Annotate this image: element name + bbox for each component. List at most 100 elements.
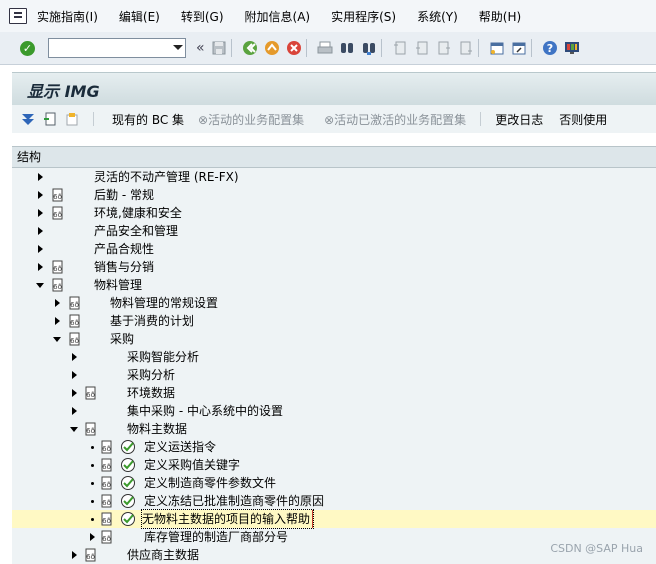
svg-text:6ð: 6ð <box>102 481 111 489</box>
img-document-icon[interactable]: 6ð <box>52 188 64 202</box>
img-document-icon[interactable]: 6ð <box>101 458 113 472</box>
execute-activity-icon[interactable] <box>120 493 136 509</box>
tree-node[interactable]: 集中采购 - 中心系统中的设置 <box>12 402 656 420</box>
tree-node[interactable]: 6ð 环境数据 <box>12 384 656 402</box>
save-icon[interactable] <box>211 40 227 56</box>
shortcut-icon[interactable] <box>511 40 527 56</box>
tree-node[interactable]: 采购智能分析 <box>12 348 656 366</box>
new-session-icon[interactable] <box>489 40 505 56</box>
tree-node[interactable]: 6ð 采购 <box>12 330 656 348</box>
menu-system[interactable]: 系统(Y) <box>417 8 458 25</box>
img-document-icon[interactable]: 6ð <box>52 260 64 274</box>
expand-arrow-icon[interactable] <box>70 402 80 420</box>
execute-activity-icon[interactable] <box>120 475 136 491</box>
expand-arrow-icon[interactable] <box>36 186 46 204</box>
command-input[interactable] <box>51 40 167 58</box>
execute-activity-icon[interactable] <box>120 511 136 527</box>
leaf-bullet-icon <box>88 474 98 492</box>
find-next-icon[interactable] <box>361 40 377 56</box>
img-document-icon[interactable]: 6ð <box>52 206 64 220</box>
menu-edit[interactable]: 编辑(E) <box>119 8 160 25</box>
menu-help[interactable]: 帮助(H) <box>479 8 521 25</box>
tree-node[interactable]: 6ð 后勤 - 常规 <box>12 186 656 204</box>
img-document-icon[interactable]: 6ð <box>52 278 64 292</box>
enter-check-icon[interactable]: ✓ <box>20 40 35 56</box>
expand-subtree-icon[interactable] <box>21 112 35 126</box>
first-page-icon[interactable] <box>392 40 408 56</box>
expand-arrow-icon[interactable] <box>36 204 46 222</box>
customize-layout-icon[interactable] <box>564 40 580 56</box>
tree-node[interactable]: 6ð 物料主数据 <box>12 420 656 438</box>
tree-node[interactable]: 6ð 物料管理 <box>12 276 656 294</box>
img-document-icon[interactable]: 6ð <box>85 386 97 400</box>
expand-arrow-icon[interactable] <box>36 258 46 276</box>
tree-node[interactable]: 6ð 销售与分销 <box>12 258 656 276</box>
img-document-icon[interactable]: 6ð <box>101 476 113 490</box>
leaf-bullet-icon <box>88 438 98 456</box>
img-document-icon[interactable]: 6ð <box>101 440 113 454</box>
img-document-icon[interactable]: 6ð <box>101 512 113 526</box>
tree-node[interactable]: 6ð 定义运送指令 <box>12 438 656 456</box>
back-arrows-icon[interactable]: « <box>196 40 205 56</box>
document-arrow-icon[interactable] <box>43 112 57 126</box>
menu-utilities[interactable]: 实用程序(S) <box>331 8 396 25</box>
bc-set-activated-button[interactable]: ⊗活动已激活的业务配置集 <box>324 111 466 128</box>
next-page-icon[interactable] <box>436 40 452 56</box>
otherwise-use-button[interactable]: 否则使用 <box>559 111 607 128</box>
expand-arrow-icon[interactable] <box>88 528 98 546</box>
menu-extras[interactable]: 附加信息(A) <box>245 8 311 25</box>
previous-page-icon[interactable] <box>414 40 430 56</box>
print-icon[interactable] <box>317 40 333 56</box>
tree-node[interactable]: 6ð 基于消费的计划 <box>12 312 656 330</box>
tree-node[interactable]: 6ð 环境,健康和安全 <box>12 204 656 222</box>
img-document-icon[interactable]: 6ð <box>85 548 97 562</box>
expand-arrow-icon[interactable] <box>70 546 80 564</box>
last-page-icon[interactable] <box>458 40 474 56</box>
cancel-icon[interactable] <box>286 40 302 56</box>
application-toolbar: 现有的 BC 集 ⊗活动的业务配置集 ⊗活动已激活的业务配置集 更改日志 否则使… <box>12 105 656 133</box>
change-log-button[interactable]: 更改日志 <box>495 111 543 128</box>
collapse-arrow-icon[interactable] <box>36 276 46 294</box>
menu-goto[interactable]: 转到(G) <box>181 8 224 25</box>
expand-arrow-icon[interactable] <box>36 168 46 186</box>
img-document-icon[interactable]: 6ð <box>69 314 81 328</box>
tree-node[interactable]: 产品安全和管理 <box>12 222 656 240</box>
active-bc-set-button[interactable]: ⊗活动的业务配置集 <box>198 111 304 128</box>
execute-activity-icon[interactable] <box>120 457 136 473</box>
tree-node[interactable]: 6ð 定义冻结已批准制造商零件的原因 <box>12 492 656 510</box>
toolbar-separator <box>93 112 94 126</box>
img-document-icon[interactable]: 6ð <box>101 530 113 544</box>
find-icon[interactable] <box>339 40 355 56</box>
leaf-bullet-icon <box>88 492 98 510</box>
img-document-icon[interactable]: 6ð <box>101 494 113 508</box>
tree-node-selected[interactable]: 6ð 无物料主数据的项目的输入帮助 <box>12 509 656 529</box>
execute-activity-icon[interactable] <box>120 439 136 455</box>
chevron-down-icon[interactable] <box>173 45 183 50</box>
tree-node[interactable]: 采购分析 <box>12 366 656 384</box>
attachment-icon[interactable] <box>65 112 79 126</box>
command-field[interactable] <box>48 38 186 58</box>
back-icon[interactable] <box>242 40 258 56</box>
collapse-arrow-icon[interactable] <box>70 420 80 438</box>
expand-arrow-icon[interactable] <box>70 384 80 402</box>
tree-node[interactable]: 产品合规性 <box>12 240 656 258</box>
menu-implementation-guide[interactable]: 实施指南(I) <box>37 8 98 25</box>
expand-arrow-icon[interactable] <box>70 348 80 366</box>
collapse-arrow-icon[interactable] <box>53 330 63 348</box>
expand-arrow-icon[interactable] <box>70 366 80 384</box>
expand-arrow-icon[interactable] <box>53 294 63 312</box>
img-document-icon[interactable]: 6ð <box>85 422 97 436</box>
system-menu-icon[interactable] <box>9 8 27 24</box>
tree-node[interactable]: 6ð 定义制造商零件参数文件 <box>12 474 656 492</box>
expand-arrow-icon[interactable] <box>53 312 63 330</box>
help-icon[interactable]: ? <box>542 40 558 56</box>
tree-node[interactable]: 6ð 物料管理的常规设置 <box>12 294 656 312</box>
tree-node[interactable]: 6ð 定义采购值关键字 <box>12 456 656 474</box>
tree-node[interactable]: 灵活的不动产管理 (RE-FX) <box>12 168 656 186</box>
expand-arrow-icon[interactable] <box>36 222 46 240</box>
img-document-icon[interactable]: 6ð <box>69 296 81 310</box>
expand-arrow-icon[interactable] <box>36 240 46 258</box>
current-bc-set-button[interactable]: 现有的 BC 集 <box>112 111 184 128</box>
img-document-icon[interactable]: 6ð <box>69 332 81 346</box>
exit-icon[interactable] <box>264 40 280 56</box>
